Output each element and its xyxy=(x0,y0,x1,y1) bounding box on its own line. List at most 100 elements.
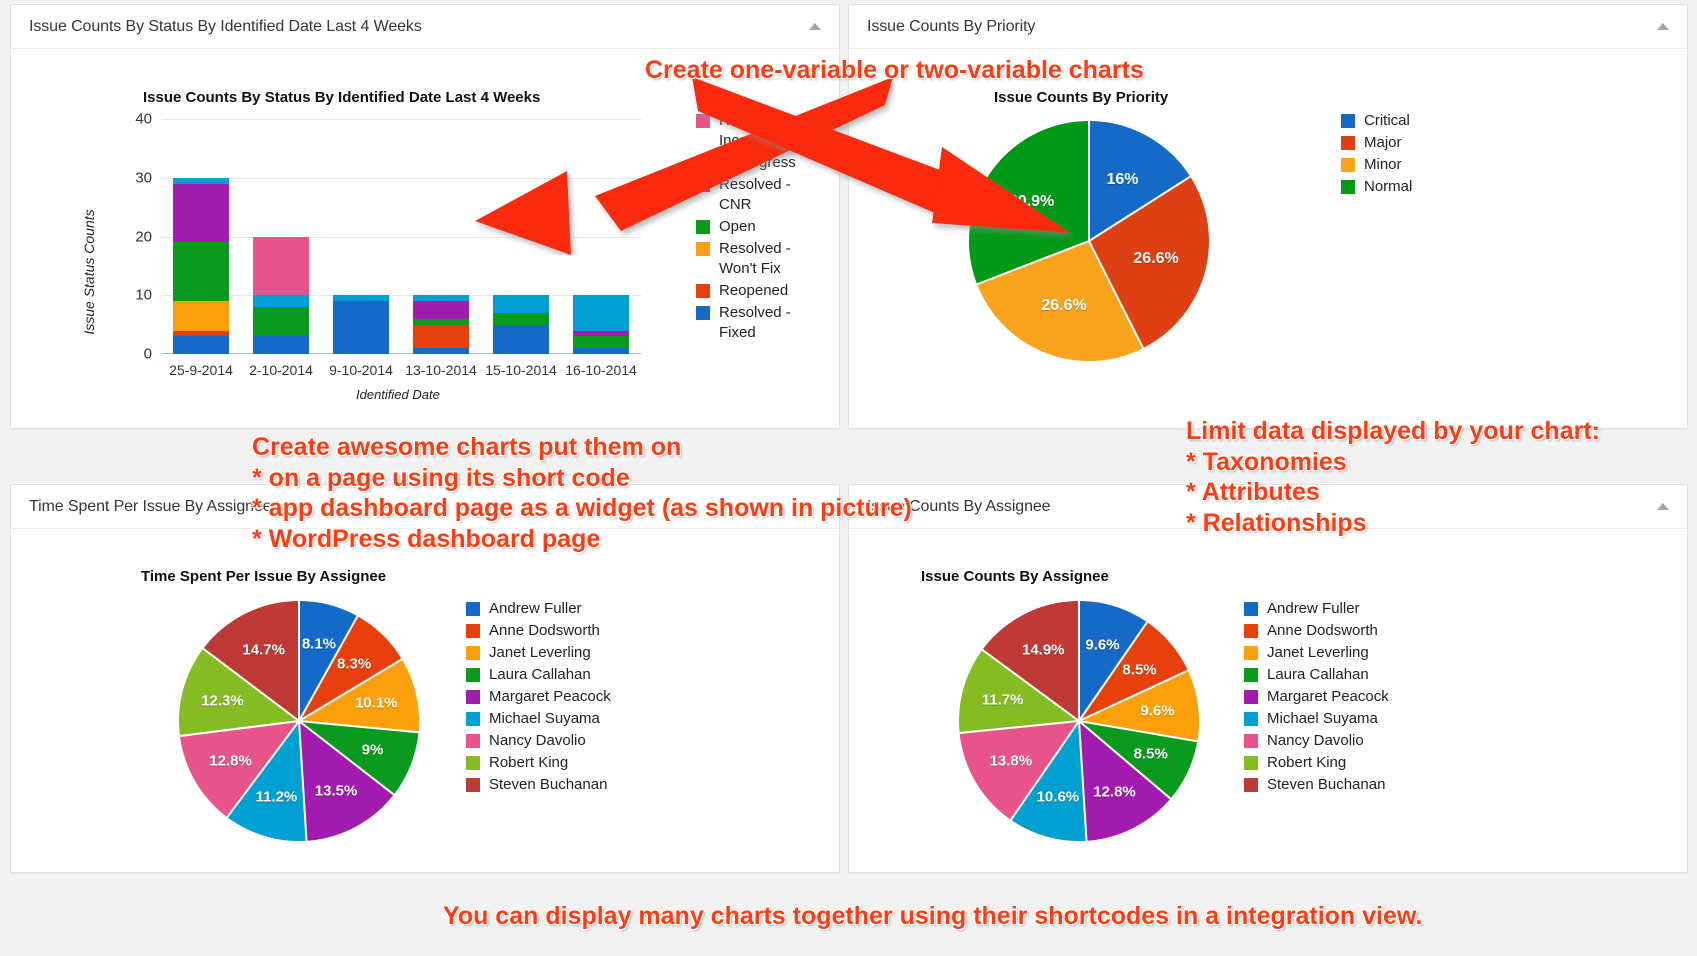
bar-chart-x-axis xyxy=(161,353,641,354)
legend-item[interactable]: Major xyxy=(1341,133,1521,153)
panel-title-issue-counts-by-assignee: Issue Counts By Assignee xyxy=(867,497,1051,515)
y-tick-10: 10 xyxy=(135,286,152,304)
legend-item-label: Steven Buchanan xyxy=(1267,776,1386,793)
legend-item[interactable]: Janet Leverling xyxy=(1244,643,1494,663)
legend-item[interactable]: Resolved - Won't Fix xyxy=(696,239,836,279)
panel-time-spent-per-issue: Time Spent Per Issue By Assignee Time Sp… xyxy=(10,484,840,873)
x-tick-label: 9-10-2014 xyxy=(329,362,393,378)
pie-slice-value-label: 13.8% xyxy=(989,752,1033,770)
pie-slice-value-label: 8.1% xyxy=(301,635,337,653)
chart-title-priority-pie: Issue Counts By Priority xyxy=(994,89,1169,106)
legend-item-label: Resolved - Incomplete xyxy=(719,112,793,149)
legend-item[interactable]: Critical xyxy=(1341,111,1521,131)
legend-item[interactable]: Andrew Fuller xyxy=(1244,599,1494,619)
legend-item[interactable]: Reopened xyxy=(696,281,836,301)
legend-item[interactable]: Steven Buchanan xyxy=(1244,775,1494,795)
legend-swatch-icon xyxy=(1244,734,1258,748)
panel-issue-counts-by-status: Issue Counts By Status By Identified Dat… xyxy=(10,4,840,429)
pie-slice-divider xyxy=(298,720,395,796)
legend-item[interactable]: Margaret Peacock xyxy=(1244,687,1494,707)
pie-slice-value-label: 9% xyxy=(361,741,384,759)
legend-item[interactable]: Normal xyxy=(1341,177,1521,197)
pie-slice-divider xyxy=(1010,720,1080,821)
pie-chart-priority: 16% 26.6% 26.6% 30.9% xyxy=(969,121,1209,361)
legend-item-label: Steven Buchanan xyxy=(489,776,608,793)
legend-item[interactable]: Janet Leverling xyxy=(466,643,716,663)
panel-header-issue-counts-by-status: Issue Counts By Status By Identified Dat… xyxy=(11,5,839,49)
legend-swatch-icon xyxy=(466,756,480,770)
legend-item[interactable]: Minor xyxy=(1341,155,1521,175)
pie-slice-divider xyxy=(1078,720,1088,841)
x-tick-label: 25-9-2014 xyxy=(169,362,233,378)
caret-up-icon[interactable] xyxy=(1657,503,1669,510)
pie-slice-value-label: 16% xyxy=(1106,170,1139,188)
pie-slice-value-label: 8.5% xyxy=(1122,661,1157,679)
panel-body-time-spent-per-issue: Time Spent Per Issue By Assignee 8.1% 8.3… xyxy=(11,529,839,872)
legend-item[interactable]: Anne Dodsworth xyxy=(466,621,716,641)
pie-slice-value-label: 13.5% xyxy=(314,782,358,800)
legend-swatch-icon xyxy=(696,178,710,192)
legend-item[interactable]: Andrew Fuller xyxy=(466,599,716,619)
bar-chart-plot-area: 40 30 20 10 0 25-9-2014 2-10-2014 9-10-201… xyxy=(135,111,641,378)
legend-swatch-icon xyxy=(1244,602,1258,616)
legend-swatch-icon xyxy=(466,734,480,748)
legend-item[interactable]: Steven Buchanan xyxy=(466,775,716,795)
legend-item[interactable]: In Progress xyxy=(696,153,836,173)
legend-item-label: Janet Leverling xyxy=(1267,644,1369,661)
bar-column xyxy=(413,295,469,354)
legend-swatch-icon xyxy=(1244,690,1258,704)
legend-item-label: Normal xyxy=(1364,178,1413,195)
legend-item-label: Robert King xyxy=(489,754,569,771)
pie-slice-value-label: 11.2% xyxy=(255,788,298,806)
legend-item[interactable]: Nancy Davolio xyxy=(1244,731,1494,751)
bar-segment xyxy=(413,301,469,319)
legend-item[interactable]: Nancy Davolio xyxy=(466,731,716,751)
legend-item-label: Michael Suyama xyxy=(489,710,600,727)
legend-swatch-icon xyxy=(696,306,710,320)
legend-item-label: Andrew Fuller xyxy=(1267,600,1360,617)
legend-swatch-icon xyxy=(1244,646,1258,660)
legend-item[interactable]: Resolved - CNR xyxy=(696,175,836,215)
panel-header-issue-counts-by-assignee: Issue Counts By Assignee xyxy=(849,485,1687,529)
bar-segment xyxy=(173,242,229,302)
legend-swatch-icon xyxy=(466,624,480,638)
chart-title-assignee-pie: Issue Counts By Assignee xyxy=(921,568,1109,585)
caret-up-icon[interactable] xyxy=(1657,23,1669,30)
legend-swatch-icon xyxy=(1244,712,1258,726)
x-tick-label: 15-10-2014 xyxy=(485,362,557,378)
bar-column xyxy=(173,177,229,354)
pie-slice-divider xyxy=(981,649,1080,722)
bar-chart-y-axis-label: Issue Status Counts xyxy=(81,209,97,335)
pie-slice-divider xyxy=(1088,121,1090,241)
bar-segment xyxy=(173,183,229,243)
pie-slice-divider xyxy=(298,601,300,721)
legend-item[interactable]: Open xyxy=(696,217,836,237)
legend-item[interactable]: Resolved - Incomplete xyxy=(696,111,836,151)
legend-swatch-icon xyxy=(1341,158,1355,172)
legend-item-label: Robert King xyxy=(1267,754,1347,771)
panel-body-issue-counts-by-priority: Issue Counts By Priority 16% 26.6% 26.6% 30… xyxy=(849,49,1687,428)
legend-item[interactable]: Robert King xyxy=(466,753,716,773)
pie-slice-divider xyxy=(226,720,300,818)
legend-item[interactable]: Michael Suyama xyxy=(466,709,716,729)
legend-item[interactable]: Robert King xyxy=(1244,753,1494,773)
legend-item-label: Laura Callahan xyxy=(1267,666,1369,683)
legend-item[interactable]: Resolved - Fixed xyxy=(696,303,836,343)
y-tick-0: 0 xyxy=(143,345,152,363)
pie-chart-priority-legend: Critical Major Minor Normal xyxy=(1341,111,1521,199)
gridline-20 xyxy=(161,236,641,238)
legend-item[interactable]: Michael Suyama xyxy=(1244,709,1494,729)
pie-slice-divider xyxy=(976,240,1090,286)
legend-item-label: Michael Suyama xyxy=(1267,710,1378,727)
legend-item-label: Reopened xyxy=(719,282,789,299)
legend-item-label: Margaret Peacock xyxy=(489,688,611,705)
legend-item[interactable]: Anne Dodsworth xyxy=(1244,621,1494,641)
legend-item[interactable]: Laura Callahan xyxy=(1244,665,1494,685)
caret-up-icon[interactable] xyxy=(809,23,821,30)
pie-slice-divider xyxy=(202,647,300,722)
legend-swatch-icon xyxy=(466,712,480,726)
panel-header-time-spent-per-issue: Time Spent Per Issue By Assignee xyxy=(11,485,839,529)
legend-item[interactable]: Laura Callahan xyxy=(466,665,716,685)
bar-column xyxy=(573,295,629,354)
legend-item[interactable]: Margaret Peacock xyxy=(466,687,716,707)
